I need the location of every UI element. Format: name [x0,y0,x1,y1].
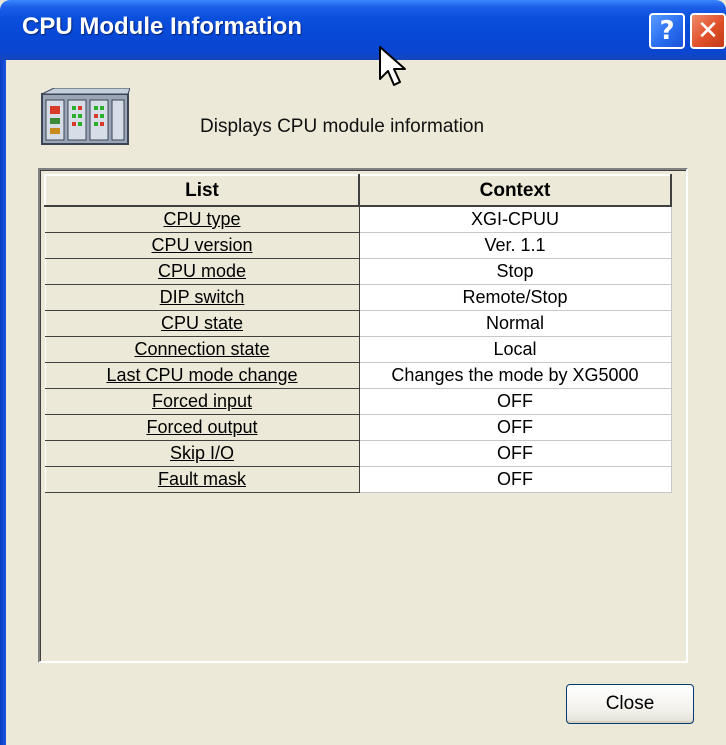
row-label: Forced input [44,388,360,415]
row-label: Last CPU mode change [44,362,360,389]
plc-rack-icon [41,88,130,145]
row-label: Forced output [44,414,360,441]
table-header-row: List Context [44,174,672,207]
mouse-pointer-icon [379,46,406,86]
table-row: DIP switch Remote/Stop [44,284,672,311]
table-row: Forced input OFF [44,388,672,415]
help-icon: ? [659,16,675,46]
table-row: Last CPU mode change Changes the mode by… [44,362,672,389]
window-title: CPU Module Information [22,13,302,40]
close-button[interactable]: Close [566,684,694,724]
row-value: Remote/Stop [358,284,672,311]
row-label: CPU mode [44,258,360,285]
row-value: OFF [358,440,672,467]
row-value: Stop [358,258,672,285]
table-row: CPU mode Stop [44,258,672,285]
table-row: Skip I/O OFF [44,440,672,467]
row-label: CPU state [44,310,360,337]
table-row: Fault mask OFF [44,466,672,493]
row-label: CPU type [44,205,360,233]
title-bar[interactable]: CPU Module Information ? ✕ [0,0,726,60]
window-close-button[interactable]: ✕ [690,13,726,49]
row-label: CPU version [44,232,360,259]
row-value: Local [358,336,672,363]
row-value: Changes the mode by XG5000 [358,362,672,389]
table-row: CPU state Normal [44,310,672,337]
row-label: Connection state [44,336,360,363]
column-header-context[interactable]: Context [358,174,672,207]
dialog-description: Displays CPU module information [200,116,485,137]
row-label: Skip I/O [44,440,360,467]
row-value: XGI-CPUU [358,205,672,233]
table-row: CPU type XGI-CPUU [44,205,672,233]
help-button[interactable]: ? [649,13,685,49]
table-row: Forced output OFF [44,414,672,441]
row-value: OFF [358,388,672,415]
cpu-info-table: List Context CPU type XGI-CPUU CPU versi… [44,174,672,493]
table-row: Connection state Local [44,336,672,363]
table-row: CPU version Ver. 1.1 [44,232,672,259]
info-panel: List Context CPU type XGI-CPUU CPU versi… [38,168,688,663]
row-label: DIP switch [44,284,360,311]
row-label: Fault mask [44,466,360,493]
row-value: Ver. 1.1 [358,232,672,259]
close-icon: ✕ [697,16,719,46]
row-value: Normal [358,310,672,337]
window-frame-left [0,60,6,745]
row-value: OFF [358,414,672,441]
column-header-list[interactable]: List [44,174,360,207]
row-value: OFF [358,466,672,493]
